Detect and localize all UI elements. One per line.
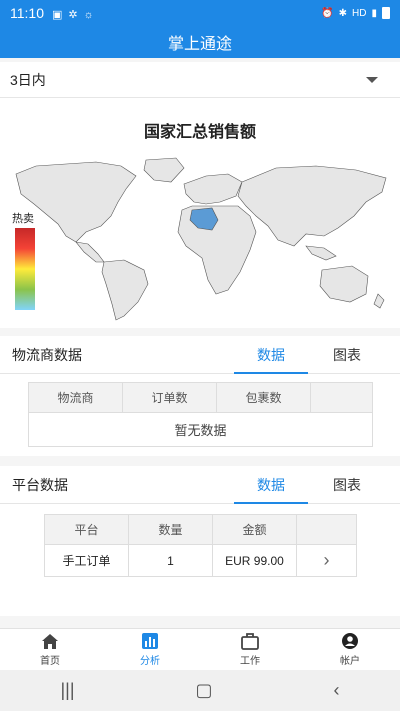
back-icon[interactable]: ‹ [334,680,340,701]
column-header [296,514,357,545]
column-header: 金额 [212,514,297,545]
amount-cell: EUR 99.00 [212,544,297,577]
nav-work-label: 工作 [240,656,260,667]
sales-map-card: 国家汇总销售额 热卖 [0,98,400,328]
home-button-icon[interactable]: ▢ [196,680,213,701]
column-header: 包裹数 [216,382,311,413]
chevron-right-icon[interactable]: › [296,544,357,577]
nav-home[interactable]: 首页 [0,629,100,670]
page-title: 掌上通途 [167,36,232,53]
battery-icon [382,7,390,19]
table-header-row: 物流商 订单数 包裹数 [28,382,373,413]
region-se-asia [305,245,337,261]
recent-apps-icon[interactable]: ||| [60,680,74,701]
region-australia [319,265,369,303]
platform-cell: 手工订单 [44,544,129,577]
status-time: 11:10 [10,5,44,21]
tab-platform-chart[interactable]: 图表 [310,466,384,504]
empty-row: 暂无数据 [28,412,373,447]
platform-title: 平台数据 [12,476,68,493]
world-map[interactable] [6,154,394,324]
app-bar: 掌上通途 [0,26,400,58]
logistics-section: 物流商数据 数据 图表 物流商 订单数 包裹数 暂无数据 [0,336,400,456]
signal-icon: ▮ [371,7,377,19]
logistics-table: 物流商 订单数 包裹数 暂无数据 [28,382,373,447]
qty-cell: 1 [128,544,213,577]
column-header: 平台 [44,514,129,545]
account-icon [342,633,358,649]
system-icons: ⏰ ✱ HD ▮ [321,7,390,19]
tab-logistics-chart[interactable]: 图表 [310,336,384,374]
chevron-down-icon [366,76,378,83]
tab-logistics-data[interactable]: 数据 [234,336,308,374]
map-title: 国家汇总销售额 [143,124,256,141]
empty-text: 暂无数据 [28,412,373,447]
nav-analytics[interactable]: 分析 [100,629,200,670]
table-row[interactable]: 手工订单 1 EUR 99.00 › [44,544,357,577]
nav-analytics-label: 分析 [140,656,160,667]
region-south-america [101,259,149,321]
region-greenland [143,157,185,183]
region-new-zealand [373,293,385,309]
nav-home-label: 首页 [40,656,60,667]
column-header [310,382,373,413]
date-filter-value: 3日内 [10,71,46,88]
nav-work[interactable]: 工作 [200,629,300,670]
platform-table: 平台 数量 金额 手工订单 1 EUR 99.00 › [44,514,357,577]
nav-account-label: 帐户 [340,656,360,667]
region-europe [183,173,243,205]
bluetooth-icon: ✱ [338,7,348,19]
column-header: 订单数 [122,382,217,413]
heat-legend-bar [15,228,35,310]
date-filter-dropdown[interactable]: 3日内 [0,62,400,98]
region-central-america [75,241,105,263]
hd-label: HD [352,7,367,19]
alarm-icon: ⏰ [321,7,334,19]
notification-icons: ▣ ✲ ☼ [52,8,94,21]
bottom-nav: 首页 分析 工作 帐户 [0,628,400,670]
platform-section: 平台数据 数据 图表 平台 数量 金额 手工订单 1 EUR 99.00 › [0,466,400,616]
table-header-row: 平台 数量 金额 [44,514,357,545]
briefcase-icon [241,633,259,650]
analytics-icon [142,633,158,649]
region-asia [237,165,387,247]
column-header: 物流商 [28,382,123,413]
legend-label: 热卖 [12,213,34,225]
status-bar: 11:10 ▣ ✲ ☼ ⏰ ✱ HD ▮ [0,0,400,26]
home-icon [42,634,58,649]
logistics-title: 物流商数据 [12,346,82,363]
nav-account[interactable]: 帐户 [300,629,400,670]
tab-platform-data[interactable]: 数据 [234,466,308,504]
system-nav-bar: ||| ▢ ‹ [0,670,400,711]
column-header: 数量 [128,514,213,545]
